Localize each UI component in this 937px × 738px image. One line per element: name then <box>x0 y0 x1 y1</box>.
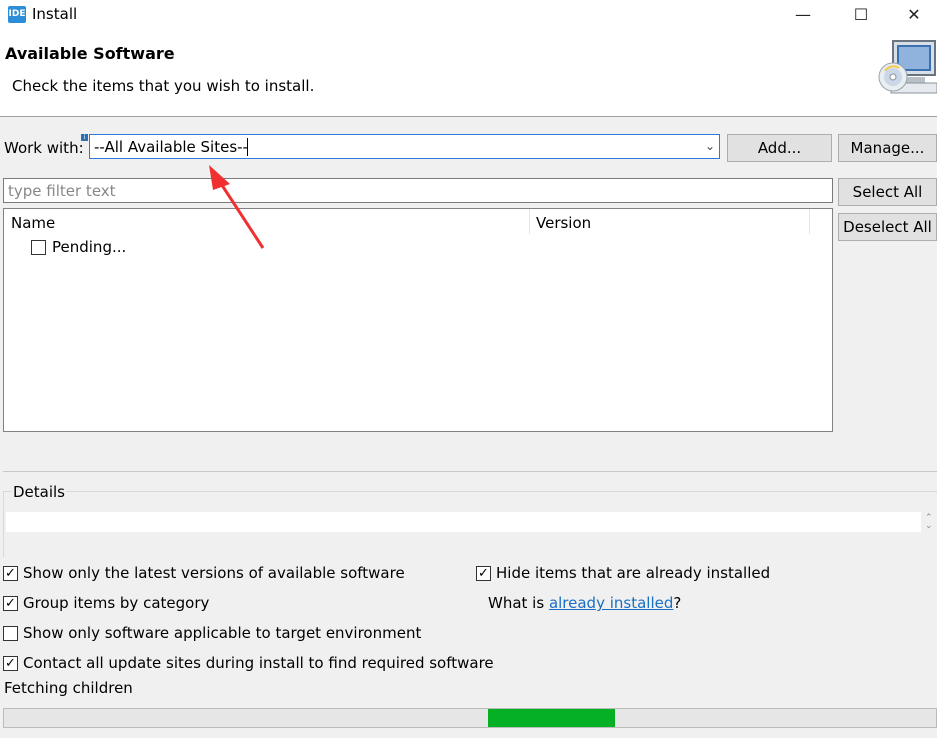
add-button[interactable]: Add... <box>727 134 832 162</box>
progress-indicator <box>488 709 615 727</box>
close-button[interactable]: ✕ <box>891 0 937 30</box>
title-bar: IDE Install — ☐ ✕ <box>0 0 937 30</box>
group-by-category-checkbox[interactable]: ✓ <box>3 596 18 611</box>
show-latest-checkbox[interactable]: ✓ <box>3 566 18 581</box>
window-title: Install <box>32 5 78 23</box>
details-label: Details <box>12 483 67 501</box>
contact-all-sites-checkbox[interactable]: ✓ <box>3 656 18 671</box>
chevron-down-icon[interactable]: ⌄ <box>705 139 715 153</box>
hide-installed-label[interactable]: Hide items that are already installed <box>496 564 770 582</box>
column-header-version[interactable]: Version <box>536 214 591 232</box>
show-latest-label[interactable]: Show only the latest versions of availab… <box>23 564 405 582</box>
details-scrollbar[interactable]: ⌃ ⌄ <box>925 514 933 531</box>
info-icon: i <box>81 134 88 141</box>
already-installed-link[interactable]: already installed <box>549 594 673 612</box>
column-divider[interactable] <box>529 209 530 234</box>
app-icon: IDE <box>8 6 26 23</box>
what-is-suffix: ? <box>673 594 682 612</box>
annotation-arrow-icon <box>209 165 265 249</box>
splitter-sash[interactable] <box>3 471 937 472</box>
hide-installed-checkbox[interactable]: ✓ <box>476 566 491 581</box>
contact-all-sites-label[interactable]: Contact all update sites during install … <box>23 654 494 672</box>
pending-checkbox[interactable] <box>31 240 46 255</box>
maximize-button[interactable]: ☐ <box>838 0 884 30</box>
column-header-name[interactable]: Name <box>11 214 55 232</box>
column-divider[interactable] <box>809 209 810 234</box>
minimize-button[interactable]: — <box>780 0 826 30</box>
applicable-only-label[interactable]: Show only software applicable to target … <box>23 624 421 642</box>
select-all-button[interactable]: Select All <box>838 178 937 206</box>
page-title: Available Software <box>5 44 175 63</box>
deselect-all-button[interactable]: Deselect All <box>838 213 937 241</box>
filter-input[interactable]: type filter text <box>3 178 833 203</box>
group-by-category-label[interactable]: Group items by category <box>23 594 209 612</box>
work-with-label: Work with: <box>4 139 84 157</box>
what-is-prefix: What is <box>488 594 549 612</box>
page-description: Check the items that you wish to install… <box>12 77 315 95</box>
work-with-value: --All Available Sites-- <box>94 138 248 156</box>
manage-button[interactable]: Manage... <box>838 134 937 162</box>
software-tree[interactable]: Name Version Pending... <box>3 208 833 432</box>
what-is-installed-text: What is already installed? <box>488 594 681 612</box>
status-text: Fetching children <box>4 679 133 697</box>
progress-bar <box>3 708 937 728</box>
text-cursor <box>247 138 248 156</box>
applicable-only-checkbox[interactable] <box>3 626 18 641</box>
work-with-combo[interactable]: --All Available Sites-- ⌄ <box>89 134 720 159</box>
details-text <box>6 512 921 532</box>
tree-row-label[interactable]: Pending... <box>52 238 126 256</box>
install-cd-monitor-icon <box>878 40 937 94</box>
filter-placeholder: type filter text <box>8 182 116 200</box>
